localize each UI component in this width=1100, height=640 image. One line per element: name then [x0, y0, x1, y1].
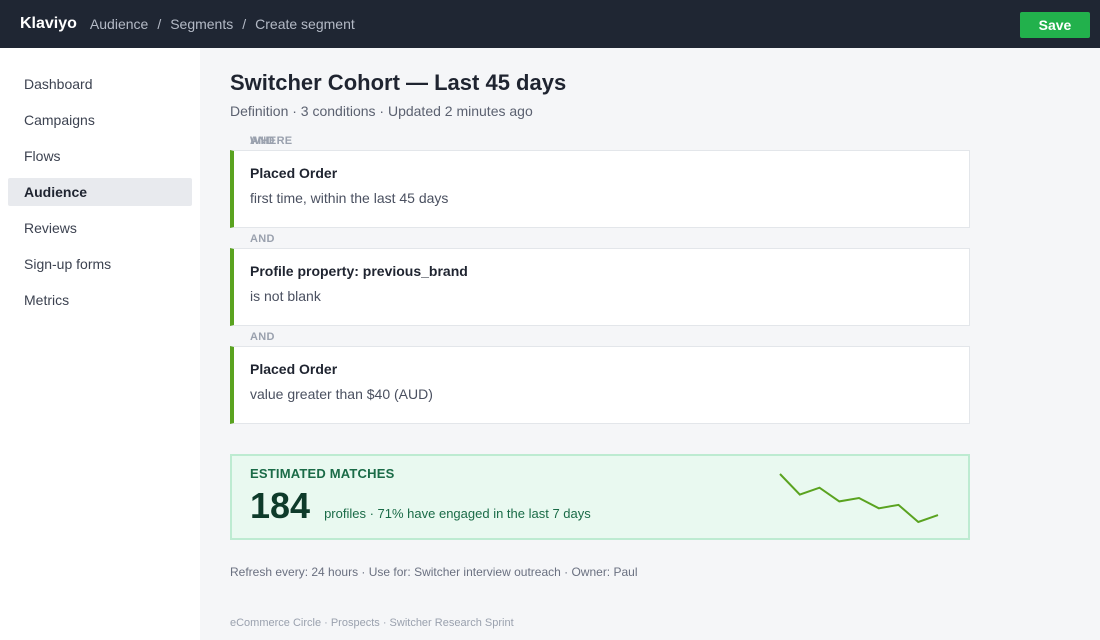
breadcrumb-separator: / [157, 16, 162, 32]
condition-description: value greater than $40 (AUD) [250, 386, 433, 402]
sidebar-item-dashboard[interactable]: Dashboard [8, 70, 192, 98]
condition-joiner-and: AND [250, 233, 275, 245]
sidebar-item-signup-forms[interactable]: Sign-up forms [8, 250, 192, 278]
condition-joiner-where: WHERE AND [230, 134, 970, 148]
sidebar-item-campaigns[interactable]: Campaigns [8, 106, 192, 134]
segment-meta: Refresh every: 24 hours · Use for: Switc… [230, 565, 638, 579]
joiner-and-overlap-label: AND [250, 135, 275, 147]
save-button[interactable]: Save [1020, 12, 1090, 38]
estimated-matches-description: profiles · 71% have engaged in the last … [324, 506, 591, 521]
condition-title: Profile property: previous_brand [250, 263, 468, 279]
sparkline-series-line [779, 473, 939, 524]
breadcrumb: Audience / Segments / Create segment [90, 16, 355, 32]
condition-card[interactable]: Placed Order value greater than $40 (AUD… [230, 346, 970, 424]
footer-breadcrumb: eCommerce Circle · Prospects · Switcher … [230, 617, 514, 629]
condition-card[interactable]: Profile property: previous_brand is not … [230, 248, 970, 326]
top-bar: Klaviyo Audience / Segments / Create seg… [0, 0, 1100, 48]
breadcrumb-current: Create segment [255, 16, 355, 32]
main-content: Switcher Cohort — Last 45 days Definitio… [230, 48, 970, 629]
sidebar-item-reviews[interactable]: Reviews [8, 214, 192, 242]
trend-sparkline [779, 473, 939, 524]
breadcrumb-audience[interactable]: Audience [90, 16, 148, 32]
page-title: Switcher Cohort — Last 45 days [230, 70, 567, 95]
brand-logo[interactable]: Klaviyo [20, 15, 77, 33]
condition-description: first time, within the last 45 days [250, 190, 449, 206]
sidebar-item-audience[interactable]: Audience [8, 178, 192, 206]
estimated-matches-panel: ESTIMATED MATCHES 184 profiles · 71% hav… [230, 454, 970, 540]
condition-title: Placed Order [250, 361, 338, 377]
condition-card[interactable]: Placed Order first time, within the last… [230, 150, 970, 228]
condition-title: Placed Order [250, 165, 338, 181]
condition-joiner-and: AND [250, 331, 275, 343]
sidebar-item-flows[interactable]: Flows [8, 142, 192, 170]
sidebar-item-metrics[interactable]: Metrics [8, 286, 192, 314]
condition-description: is not blank [250, 288, 321, 304]
estimated-matches-count: 184 [250, 485, 311, 526]
page-subtitle: Definition · 3 conditions · Updated 2 mi… [230, 103, 533, 119]
breadcrumb-separator: / [242, 16, 247, 32]
sidebar: Dashboard Campaigns Flows Audience Revie… [0, 48, 200, 640]
breadcrumb-segments[interactable]: Segments [170, 16, 233, 32]
